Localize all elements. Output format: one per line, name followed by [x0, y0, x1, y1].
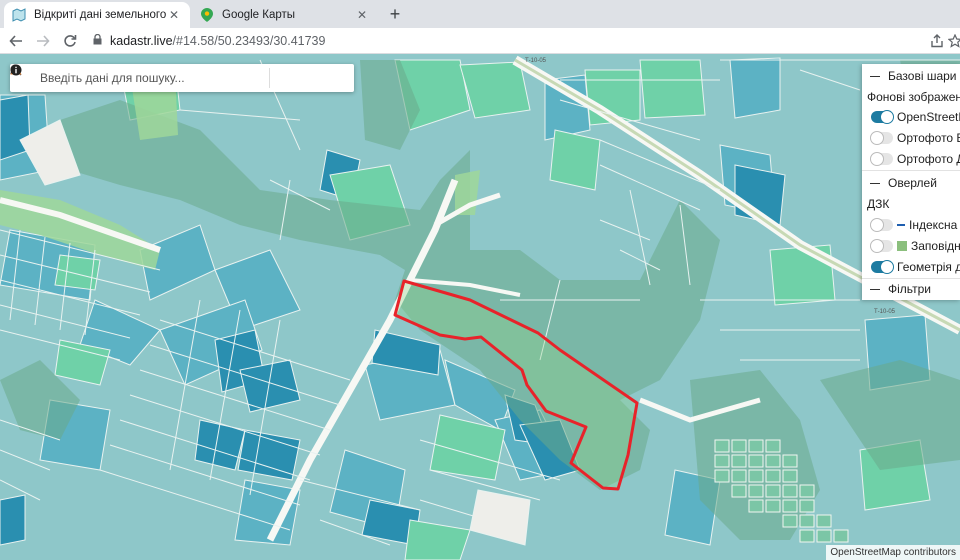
new-tab-button[interactable]: +	[384, 4, 406, 26]
base-option-ortho[interactable]: Ортофото Д	[862, 149, 960, 169]
section-title: Оверлей	[888, 176, 937, 190]
square-legend-icon	[897, 241, 907, 251]
warning-button[interactable]	[10, 64, 326, 92]
option-label: Ортофото Д	[897, 152, 960, 166]
section-title: Базові шари	[888, 69, 957, 83]
google-maps-favicon	[200, 8, 214, 22]
map-favicon	[12, 8, 26, 22]
cadastral-map[interactable]: Т-10-05 Т-10-05 Базові шари Фонові зобра…	[0, 54, 960, 560]
road-label: Т-10-05	[874, 309, 896, 315]
collapse-icon	[870, 288, 880, 290]
option-label: Індексна карта	[909, 218, 960, 232]
collapse-icon	[870, 75, 880, 77]
map-attribution[interactable]: OpenStreetMap contributors	[826, 545, 960, 560]
address-path: /#14.58/50.23493/30.41739	[172, 33, 326, 48]
address-host: kadastr.live	[110, 33, 173, 48]
toggle-switch[interactable]	[870, 218, 893, 232]
close-tab-icon[interactable]: ✕	[354, 7, 370, 23]
option-label: OpenStreetMap	[897, 110, 960, 124]
lock-icon	[93, 33, 102, 48]
dzk-label: ДЗК	[867, 197, 890, 211]
base-option-osm[interactable]: OpenStreetMap	[862, 107, 960, 127]
overlay-option-geometry[interactable]: Геометрія ділянок	[862, 257, 960, 277]
forward-button[interactable]	[32, 30, 54, 52]
address-bar[interactable]: kadastr.live/#14.58/50.23493/30.41739	[93, 30, 893, 52]
tab-kadastr[interactable]: Відкриті дані земельного кадастру ✕	[4, 2, 190, 28]
tab-title: Відкриті дані земельного кадастру	[34, 9, 166, 21]
line-legend-icon	[897, 224, 905, 226]
overlay-option-reserve[interactable]: Заповідник	[862, 236, 960, 256]
toggle-switch[interactable]	[871, 260, 894, 274]
close-tab-icon[interactable]: ✕	[166, 7, 182, 23]
arrow-right-icon	[37, 34, 50, 47]
filters-header[interactable]: Фільтри	[862, 279, 931, 299]
option-label: Заповідник	[911, 239, 960, 253]
toggle-switch[interactable]	[870, 131, 893, 145]
star-icon	[948, 34, 960, 48]
option-label: Ортофото ESRI	[897, 131, 960, 145]
search-box	[10, 64, 354, 92]
toggle-switch[interactable]	[871, 110, 894, 124]
share-icon	[931, 34, 943, 48]
toggle-switch[interactable]	[870, 239, 893, 253]
back-button[interactable]	[5, 30, 27, 52]
reload-icon	[64, 34, 77, 47]
reload-button[interactable]	[59, 30, 81, 52]
browser-toolbar: kadastr.live/#14.58/50.23493/30.41739	[0, 28, 960, 54]
info-button[interactable]	[10, 64, 354, 92]
background-label: Фонові зображення	[867, 90, 960, 104]
toggle-switch[interactable]	[870, 152, 893, 166]
map-canvas[interactable]: Т-10-05 Т-10-05	[0, 54, 960, 560]
base-layers-header[interactable]: Базові шари	[862, 66, 957, 86]
road-label: Т-10-05	[525, 58, 547, 64]
base-option-esri[interactable]: Ортофото ESRI	[862, 128, 960, 148]
overlays-header[interactable]: Оверлей	[862, 173, 937, 193]
arrow-left-icon	[9, 34, 22, 47]
search-input[interactable]	[40, 66, 269, 90]
collapse-icon	[870, 182, 880, 184]
tab-google-maps[interactable]: Google Карты ✕	[192, 2, 378, 28]
option-label: Геометрія ділянок	[897, 260, 960, 274]
layers-panel: Базові шари Фонові зображення OpenStreet…	[862, 64, 960, 300]
section-title: Фільтри	[888, 282, 931, 296]
info-icon	[10, 64, 22, 76]
overlay-option-index[interactable]: Індексна карта	[862, 215, 960, 235]
tab-title: Google Карты	[222, 9, 296, 21]
divider	[862, 170, 960, 171]
download-button[interactable]	[10, 64, 298, 92]
tab-bar: Відкриті дані земельного кадастру ✕ Goog…	[0, 0, 960, 28]
bookmark-button[interactable]	[944, 30, 960, 52]
